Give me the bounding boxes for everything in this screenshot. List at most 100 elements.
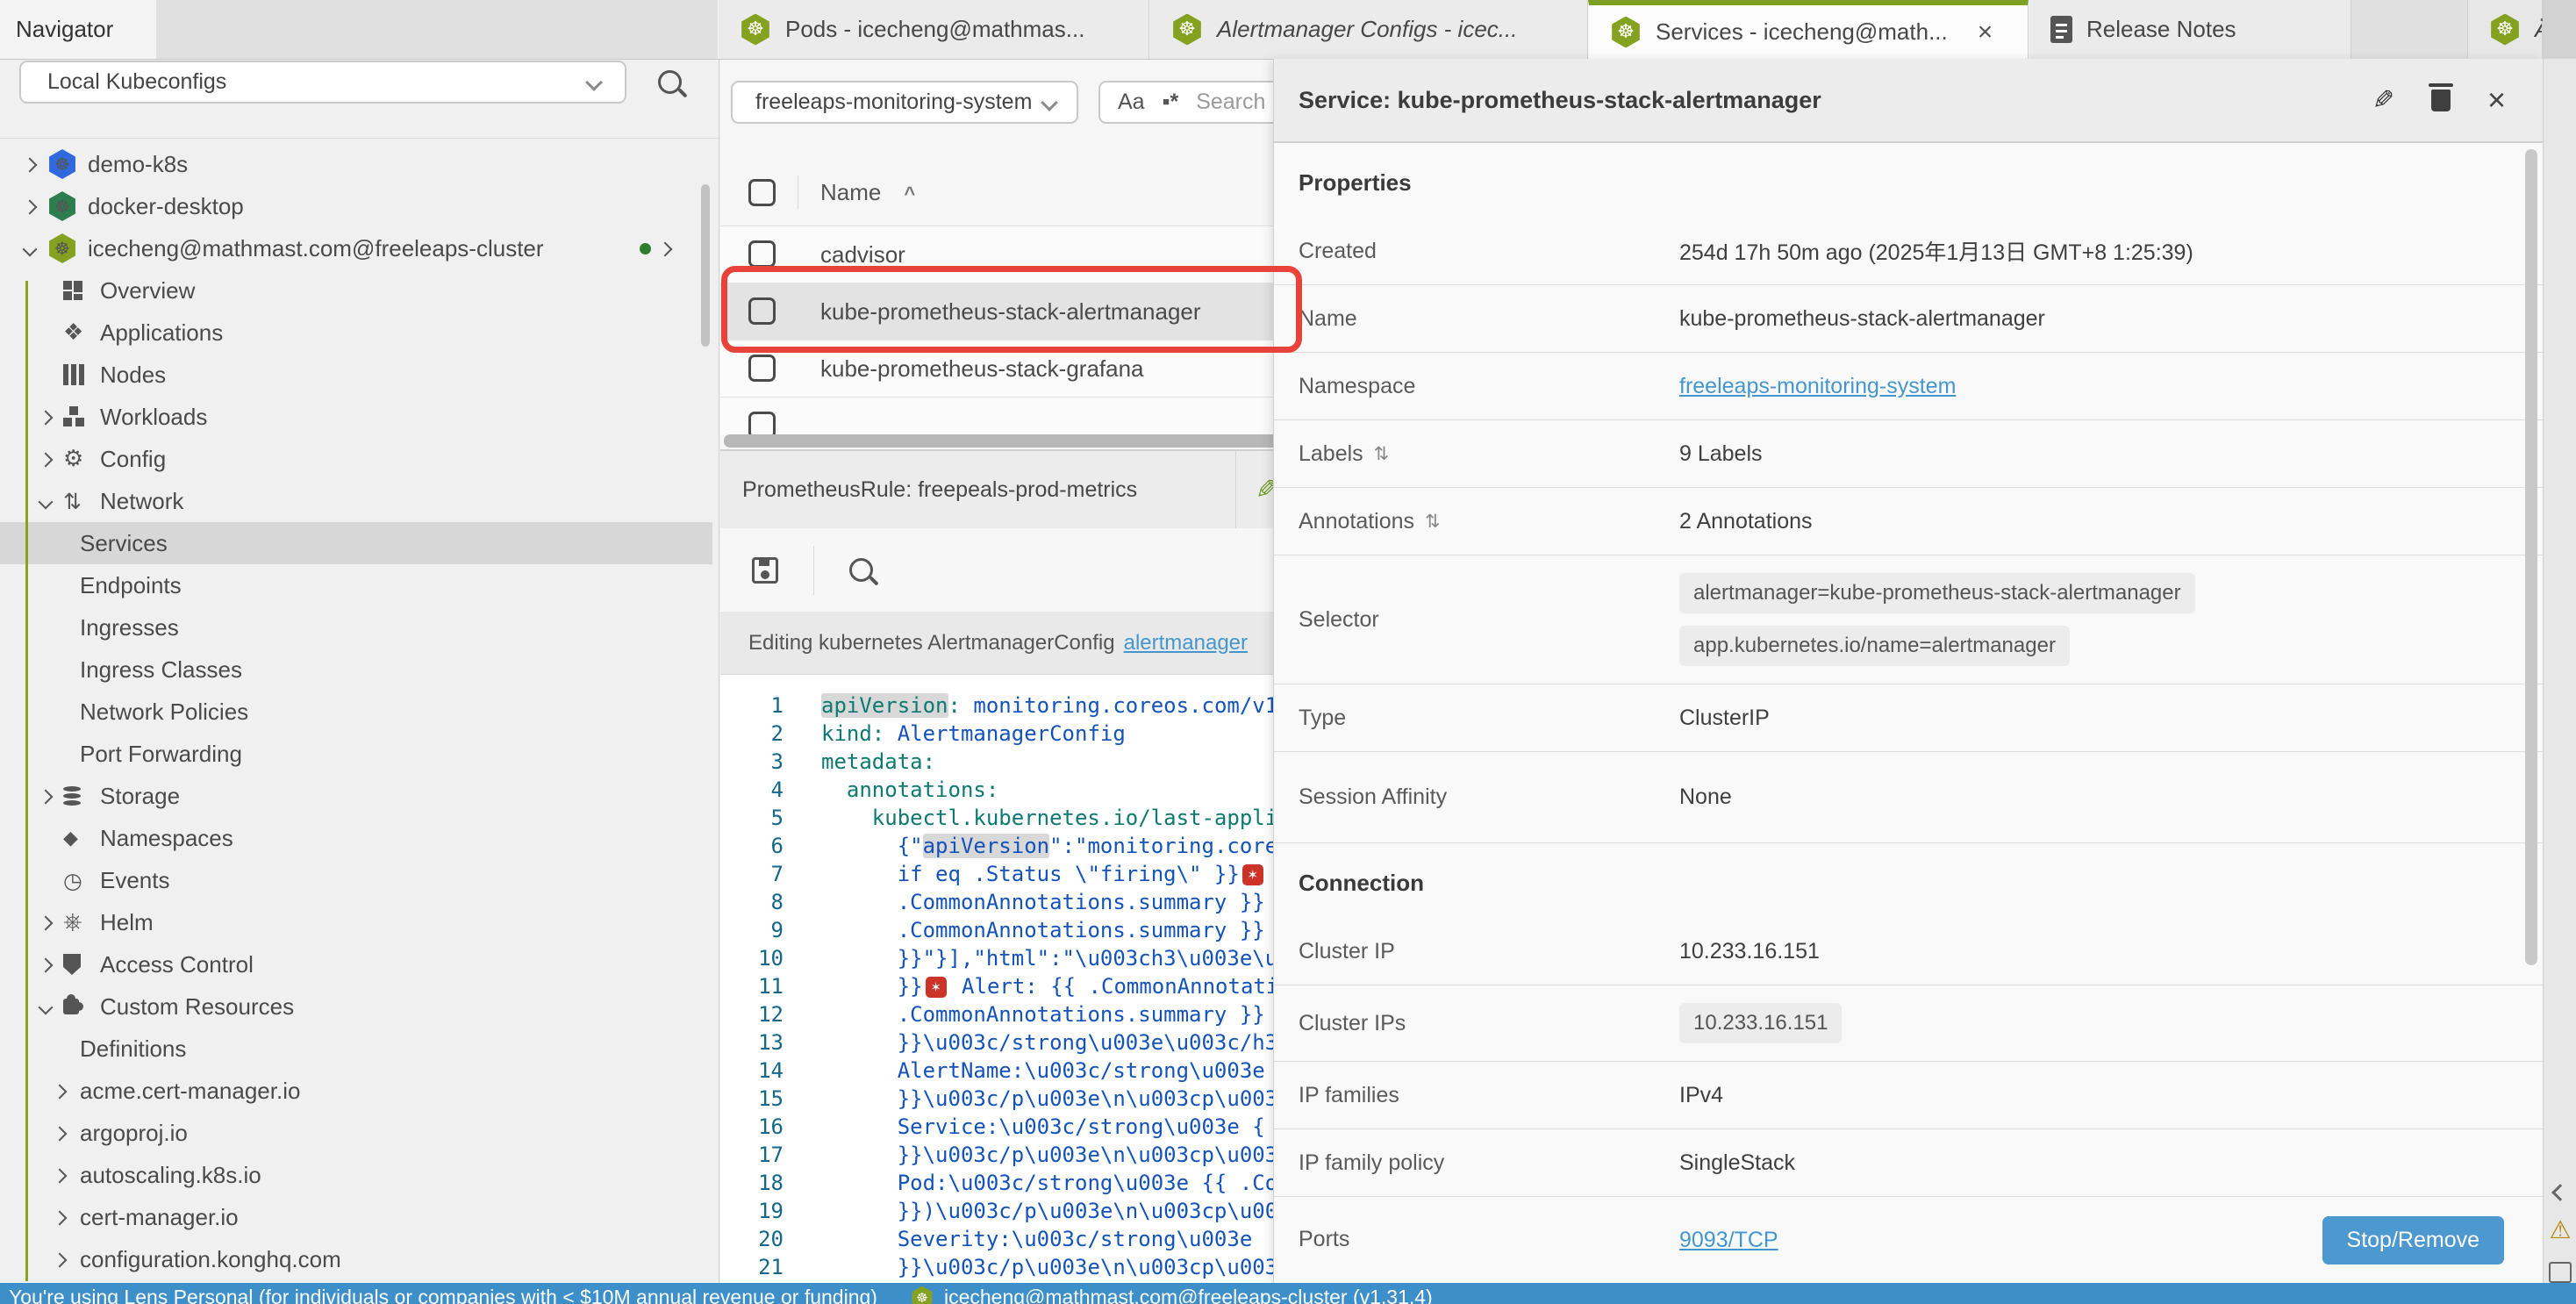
sidebar-item-nodes[interactable]: Nodes bbox=[0, 354, 712, 396]
sidebar-item-definitions[interactable]: Definitions bbox=[0, 1028, 712, 1070]
chevron-left-icon[interactable] bbox=[2551, 1184, 2569, 1201]
namespace-link[interactable]: freeleaps-monitoring-system bbox=[1679, 374, 1956, 398]
tab-pods-icecheng-mathmas-[interactable]: ☸Pods - icecheng@mathmas... bbox=[718, 0, 1149, 59]
sidebar-item-ingress-classes[interactable]: Ingress Classes bbox=[0, 648, 712, 691]
line-number: 13 bbox=[720, 1028, 784, 1057]
sort-toggle-icon[interactable]: ⇅ bbox=[1374, 443, 1390, 464]
chevron-right-icon[interactable] bbox=[53, 1169, 68, 1184]
sidebar-item-docker-desktop[interactable]: ☸docker-desktop bbox=[0, 185, 712, 227]
sidebar-item-icecheng-mathmast-com-freeleaps-cluster[interactable]: ☸icecheng@mathmast.com@freeleaps-cluster bbox=[0, 227, 712, 269]
sidebar-item-access-control[interactable]: Access Control bbox=[0, 943, 712, 985]
chevron-down-icon[interactable] bbox=[39, 1000, 54, 1015]
chevron-right-icon[interactable] bbox=[658, 242, 673, 257]
chevron-right-icon[interactable] bbox=[23, 158, 38, 173]
kubeconfig-selector[interactable]: Local Kubeconfigs bbox=[19, 61, 626, 104]
editor-search-icon[interactable] bbox=[849, 558, 873, 582]
drawer-row-label: Namespace bbox=[1299, 374, 1679, 399]
sidebar-item-services[interactable]: Services bbox=[0, 522, 712, 564]
row-checkbox[interactable] bbox=[748, 355, 776, 382]
tab-alertmanager-configs-icec-[interactable]: ☸Alertmanager Configs - icec... bbox=[1149, 0, 1588, 59]
chevron-down-icon bbox=[1041, 94, 1058, 111]
search-icon[interactable] bbox=[658, 70, 682, 94]
sidebar-item-namespaces[interactable]: ◆Namespaces bbox=[0, 817, 712, 859]
alarm-emoji: ✶ bbox=[926, 977, 947, 998]
sidebar-item-argoproj-io[interactable]: argoproj.io bbox=[0, 1112, 712, 1154]
drawer-scrollbar[interactable] bbox=[2525, 149, 2537, 965]
sidebar-item-endpoints[interactable]: Endpoints bbox=[0, 564, 712, 606]
row-checkbox[interactable] bbox=[748, 240, 776, 268]
sidebar-item-network[interactable]: ⇅Network bbox=[0, 480, 712, 522]
chevron-right-icon[interactable] bbox=[23, 200, 38, 215]
cluster-status-dot bbox=[640, 243, 651, 254]
drawer-row-value: 254d 17h 50m ago (2025年1月13日 GMT+8 1:25:… bbox=[1679, 235, 2193, 267]
drawer-row-value: freeleaps-monitoring-system bbox=[1679, 374, 1956, 399]
sidebar-item-network-policies[interactable]: Network Policies bbox=[0, 691, 712, 733]
sidebar-scrollbar[interactable] bbox=[701, 184, 710, 347]
sidebar-item-acme-cert-manager-io[interactable]: acme.cert-manager.io bbox=[0, 1070, 712, 1112]
chevron-down-icon[interactable] bbox=[39, 495, 54, 510]
drawer-title: Service: kube-prometheus-stack-alertmana… bbox=[1274, 87, 1821, 114]
port-link[interactable]: 9093/TCP bbox=[1679, 1228, 1778, 1253]
sidebar-item-port-forwarding[interactable]: Port Forwarding bbox=[0, 733, 712, 775]
match-case-icon[interactable]: Aa bbox=[1118, 90, 1145, 115]
edit-service-icon[interactable]: ✎ bbox=[2372, 85, 2394, 116]
sidebar-item-label: demo-k8s bbox=[88, 151, 188, 178]
delete-service-icon[interactable] bbox=[2431, 90, 2451, 111]
line-number: 15 bbox=[720, 1085, 784, 1113]
panel-box-icon[interactable] bbox=[2549, 1262, 2572, 1283]
sidebar-item-label: argoproj.io bbox=[80, 1120, 188, 1147]
chevron-right-icon[interactable] bbox=[53, 1085, 68, 1100]
sort-ascending-icon[interactable]: ^ bbox=[904, 183, 915, 204]
tab-release-notes[interactable]: Release Notes bbox=[2029, 0, 2351, 59]
chevron-right-icon[interactable] bbox=[53, 1253, 68, 1268]
sidebar-item-custom-resources[interactable]: Custom Resources bbox=[0, 985, 712, 1028]
code-text: .CommonAnnotations.summary }} bbox=[821, 1000, 1265, 1028]
chevron-right-icon[interactable] bbox=[53, 1127, 68, 1142]
code-text: Pod:\u003c/strong\u003e {{ .Co bbox=[821, 1169, 1277, 1197]
close-tab-icon[interactable]: × bbox=[1978, 18, 1993, 47]
regex-icon[interactable]: ▪* bbox=[1163, 90, 1179, 115]
sidebar-item-label: Port Forwarding bbox=[80, 741, 242, 768]
select-all-checkbox[interactable] bbox=[748, 179, 776, 206]
row-checkbox[interactable] bbox=[748, 412, 776, 435]
save-icon[interactable] bbox=[752, 557, 778, 584]
sidebar-item-workloads[interactable]: Workloads bbox=[0, 396, 712, 438]
sidebar-item-overview[interactable]: Overview bbox=[0, 269, 712, 312]
sidebar-item-helm[interactable]: ⎈Helm bbox=[0, 901, 712, 943]
sidebar-item-configuration-konghq-com[interactable]: configuration.konghq.com bbox=[0, 1238, 712, 1280]
drawer-row-ports: Ports9093/TCPStop/Remove8080:reloader-we… bbox=[1274, 1197, 2544, 1283]
sidebar-item-demo-k8s[interactable]: ☸demo-k8s bbox=[0, 143, 712, 185]
sidebar-item-ingresses[interactable]: Ingresses bbox=[0, 606, 712, 648]
badge-list: alertmanager=kube-prometheus-stack-alert… bbox=[1679, 555, 2195, 684]
tab-label: Alertmanager Configs - icec... bbox=[1217, 16, 1517, 43]
sidebar-item-label: Applications bbox=[100, 319, 223, 347]
chevron-right-icon[interactable] bbox=[39, 453, 54, 468]
editing-info-link[interactable]: alertmanager bbox=[1124, 631, 1248, 656]
chevron-right-icon[interactable] bbox=[39, 916, 54, 931]
nodes-icon bbox=[63, 364, 84, 385]
tab-services-icecheng-math-[interactable]: ☸Services - icecheng@math...× bbox=[1588, 0, 2029, 59]
dock-title: PrometheusRule: freepeals-prod-metrics bbox=[720, 477, 1137, 503]
chevron-right-icon[interactable] bbox=[39, 411, 54, 426]
sort-toggle-icon[interactable]: ⇅ bbox=[1425, 511, 1441, 532]
sidebar-item-events[interactable]: ◷Events bbox=[0, 859, 712, 901]
chevron-right-icon[interactable] bbox=[53, 1211, 68, 1226]
sidebar-item-autoscaling-k8s-io[interactable]: autoscaling.k8s.io bbox=[0, 1154, 712, 1196]
line-number: 11 bbox=[720, 972, 784, 1000]
line-number: 21 bbox=[720, 1253, 784, 1281]
kubernetes-icon: ☸ bbox=[47, 233, 77, 263]
name-column-header[interactable]: Name^ bbox=[820, 179, 915, 206]
tab-a[interactable]: ☸A bbox=[2467, 0, 2543, 59]
sidebar-item-applications[interactable]: ❖Applications bbox=[0, 312, 712, 354]
stop-remove-button[interactable]: Stop/Remove bbox=[2322, 1216, 2504, 1265]
warning-icon[interactable]: ⚠ bbox=[2549, 1218, 2571, 1243]
namespace-selector[interactable]: freeleaps-monitoring-system bbox=[731, 81, 1078, 124]
sidebar-item-config[interactable]: ⚙Config bbox=[0, 438, 712, 480]
chevron-down-icon[interactable] bbox=[23, 242, 38, 257]
chevron-right-icon[interactable] bbox=[39, 958, 54, 973]
sidebar-item-cert-manager-io[interactable]: cert-manager.io bbox=[0, 1196, 712, 1238]
chevron-right-icon[interactable] bbox=[39, 790, 54, 805]
sidebar-item-storage[interactable]: Storage bbox=[0, 775, 712, 817]
line-number: 10 bbox=[720, 944, 784, 972]
close-drawer-icon[interactable]: × bbox=[2487, 84, 2506, 116]
